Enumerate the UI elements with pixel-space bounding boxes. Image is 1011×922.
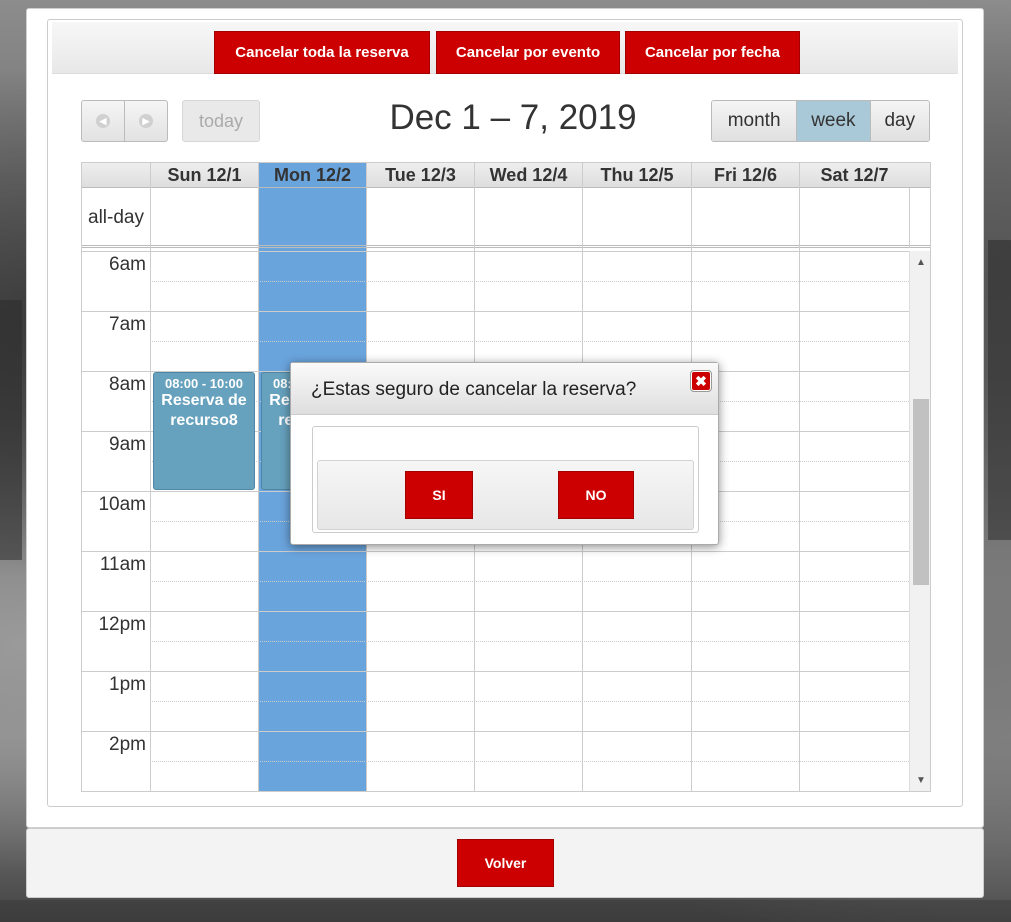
week-view-button[interactable]: week	[797, 101, 871, 141]
event-time: 08:00 - 10:00	[164, 376, 244, 391]
cancel-event-button[interactable]: Cancelar por evento	[436, 31, 620, 74]
day-header: Mon 12/2	[258, 163, 366, 188]
hour-label: 11am	[99, 554, 146, 575]
day-header: Sun 12/1	[150, 163, 258, 188]
back-button[interactable]: Volver	[457, 839, 554, 887]
hour-label: 1pm	[109, 674, 146, 695]
next-button[interactable]: ▶	[125, 101, 167, 141]
scroll-up-icon[interactable]: ▲	[916, 257, 926, 268]
hour-label: 2pm	[109, 734, 146, 755]
hour-label: 10am	[98, 494, 146, 515]
yes-button[interactable]: SI	[405, 471, 473, 519]
hour-label: 8am	[109, 374, 146, 395]
footer-bar: Volver	[26, 828, 984, 898]
day-header: Tue 12/3	[366, 163, 474, 188]
hour-label: 6am	[109, 254, 146, 275]
vertical-scrollbar[interactable]: ▲ ▼	[909, 251, 930, 791]
dialog-button-row: SI NO	[317, 460, 694, 530]
event-title: Reserva de recurso8	[161, 392, 247, 429]
day-header: Wed 12/4	[474, 163, 582, 188]
chevron-left-icon: ◀	[96, 114, 110, 128]
dialog-title: ¿Estas seguro de cancelar la reserva?	[311, 379, 637, 400]
cancel-toolbar: Cancelar toda la reserva Cancelar por ev…	[52, 22, 958, 74]
dialog-header: ¿Estas seguro de cancelar la reserva? ✖	[291, 363, 718, 415]
close-icon[interactable]: ✖	[690, 370, 712, 392]
day-header: Fri 12/6	[691, 163, 799, 188]
hour-label: 9am	[109, 434, 146, 455]
cancel-date-button[interactable]: Cancelar por fecha	[625, 31, 800, 74]
hour-label: 7am	[109, 314, 146, 335]
confirm-cancel-dialog: ¿Estas seguro de cancelar la reserva? ✖ …	[290, 362, 719, 545]
view-switcher: month week day	[711, 100, 930, 142]
cancel-all-button[interactable]: Cancelar toda la reserva	[214, 31, 430, 74]
day-header: Sat 12/7	[799, 163, 909, 188]
calendar-title: Dec 1 – 7, 2019	[389, 98, 637, 137]
prev-button[interactable]: ◀	[82, 101, 125, 141]
allday-row: all-day	[82, 188, 930, 248]
scroll-thumb[interactable]	[913, 399, 929, 585]
scroll-down-icon[interactable]: ▼	[916, 775, 926, 786]
day-view-button[interactable]: day	[870, 101, 929, 141]
day-header: Thu 12/5	[582, 163, 691, 188]
calendar-event[interactable]: 08:00 - 10:00 Reserva de recurso8	[153, 372, 255, 490]
no-button[interactable]: NO	[558, 471, 634, 519]
allday-label: all-day	[88, 207, 144, 228]
nav-buttons: ◀ ▶	[81, 100, 168, 142]
day-header-row: Sun 12/1 Mon 12/2 Tue 12/3 Wed 12/4 Thu …	[82, 163, 930, 188]
today-button[interactable]: today	[182, 100, 260, 142]
dialog-body: SI NO	[312, 426, 699, 533]
month-view-button[interactable]: month	[712, 101, 798, 141]
hour-label: 12pm	[98, 614, 146, 635]
chevron-right-icon: ▶	[139, 114, 153, 128]
